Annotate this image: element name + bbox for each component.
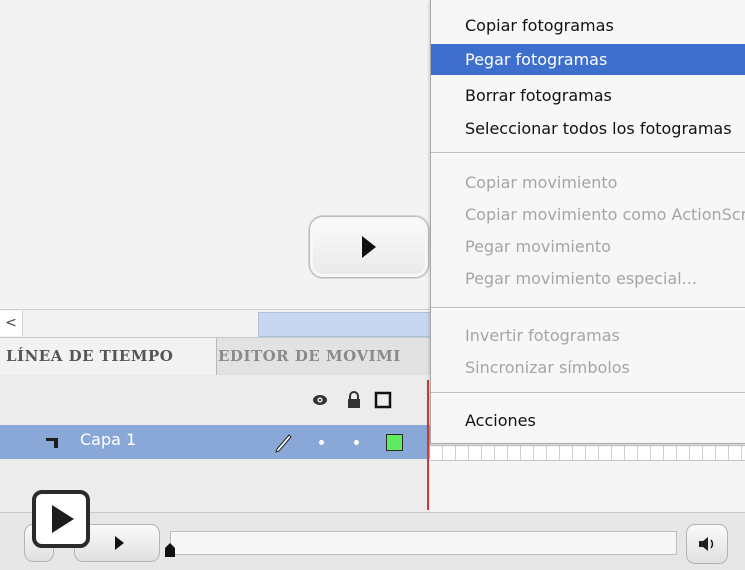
volume-icon [699,537,714,551]
menu-item-copy-motion[interactable]: Copiar movimiento [431,167,745,198]
seek-track[interactable] [170,531,677,555]
menu-item-reverse-frames[interactable]: Invertir fotogramas [431,320,745,351]
layer-name[interactable]: Capa 1 [80,430,136,449]
volume-button[interactable] [686,524,728,564]
tab-timeline[interactable]: LÍNEA DE TIEMPO [0,338,217,375]
menu-item-synchronize-symbols[interactable]: Sincronizar símbolos [431,352,745,383]
tab-motion-editor[interactable]: EDITOR DE MOVIMI [218,338,430,375]
scroll-left-arrow[interactable]: < [0,311,23,336]
play-icon [115,536,124,550]
layer-row[interactable]: Capa 1 [0,425,430,459]
context-menu: Copiar fotogramas Pegar fotogramas Borra… [430,0,745,444]
menu-item-paste-frames[interactable]: Pegar fotogramas [431,44,745,75]
menu-item-actions[interactable]: Acciones [431,405,745,436]
menu-item-paste-motion-special[interactable]: Pegar movimiento especial... [431,263,745,294]
menu-separator [431,307,745,309]
seek-knob[interactable] [164,542,176,558]
menu-separator [431,392,745,394]
panel-tabs: LÍNEA DE TIEMPO EDITOR DE MOVIMI [0,337,430,376]
timeline-header [0,375,430,425]
playhead-line[interactable] [427,380,429,510]
lock-icon[interactable] [345,391,363,409]
horizontal-scrollbar[interactable]: < [0,309,432,337]
menu-item-copy-frames[interactable]: Copiar fotogramas [431,10,745,41]
menu-item-copy-motion-as-actionscript[interactable]: Copiar movimiento como ActionScript 3.0 [431,199,745,230]
layer-icon [46,438,58,448]
stage-play-button[interactable] [309,216,429,278]
play-icon [362,236,376,258]
eye-icon[interactable] [311,391,329,409]
menu-item-select-all-frames[interactable]: Seleccionar todos los fotogramas [431,113,745,144]
outline-color-swatch[interactable] [386,434,403,451]
outline-square-icon[interactable] [374,391,392,409]
menu-item-clear-frames[interactable]: Borrar fotogramas [431,80,745,111]
lock-dot[interactable] [354,440,359,445]
video-play-overlay[interactable] [32,490,90,548]
menu-separator [431,152,745,154]
scroll-thumb[interactable] [258,312,432,337]
visibility-dot[interactable] [319,440,324,445]
stage-area [0,0,430,310]
menu-item-paste-motion[interactable]: Pegar movimiento [431,231,745,262]
play-icon [52,505,74,533]
pencil-icon[interactable] [273,431,295,453]
frame-ruler[interactable] [430,445,745,461]
